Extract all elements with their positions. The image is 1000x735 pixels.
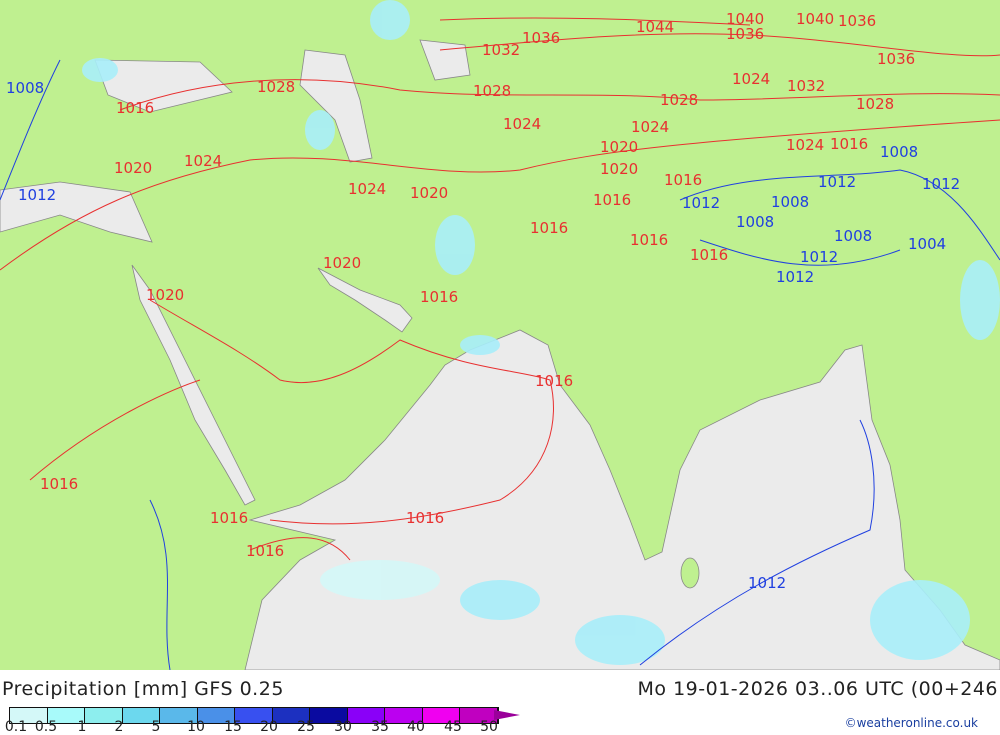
isobar-label: 1024 bbox=[348, 180, 387, 198]
isobar-label: 1028 bbox=[660, 91, 699, 109]
isobar-label: 1016 bbox=[406, 509, 445, 527]
isobar-label: 1012 bbox=[682, 194, 721, 212]
isobar-label: 1020 bbox=[600, 160, 639, 178]
isobar-label: 1016 bbox=[830, 135, 869, 153]
isobar-label: 1016 bbox=[40, 475, 79, 493]
isobar-label: 1004 bbox=[908, 235, 947, 253]
isobar-label: 1012 bbox=[922, 175, 961, 193]
isobar-label: 1016 bbox=[530, 219, 569, 237]
isobar-label: 1016 bbox=[535, 372, 574, 390]
sri-lanka bbox=[680, 557, 700, 589]
isobar-label: 1020 bbox=[114, 159, 153, 177]
isobar-label: 1036 bbox=[522, 29, 561, 47]
isobar-label: 1016 bbox=[116, 99, 155, 117]
isobar-label: 1020 bbox=[410, 184, 449, 202]
isobar-label: 1012 bbox=[748, 574, 787, 592]
footer: Precipitation [mm] GFS 0.25 Mo 19-01-202… bbox=[0, 670, 1000, 735]
isobar-label: 1032 bbox=[482, 41, 521, 59]
isobar-label: 1016 bbox=[593, 191, 632, 209]
valid-time: Mo 19-01-2026 03..06 UTC (00+246 bbox=[637, 678, 998, 700]
isobar-label: 1016 bbox=[630, 231, 669, 249]
isobar-label: 1020 bbox=[600, 138, 639, 156]
isobar-label: 1012 bbox=[818, 173, 857, 191]
isobar-label: 1024 bbox=[631, 118, 670, 136]
isobar-label: 1036 bbox=[726, 25, 765, 43]
isobar-label: 1028 bbox=[473, 82, 512, 100]
isobar-label: 1036 bbox=[877, 50, 916, 68]
isobar-label: 1016 bbox=[210, 509, 249, 527]
isobar-label: 1020 bbox=[323, 254, 362, 272]
credit-link[interactable]: ©weatheronline.co.uk bbox=[845, 716, 978, 730]
isobar-label: 1024 bbox=[786, 136, 825, 154]
isobar-label: 1024 bbox=[184, 152, 223, 170]
isobar-label: 1016 bbox=[246, 542, 285, 560]
precipitation-map: 1044 1040 1036 1036 1032 1036 1040 1036 1032 1028… bbox=[0, 0, 1000, 671]
isobar-label: 1040 bbox=[796, 10, 835, 28]
isobar-label: 1024 bbox=[503, 115, 542, 133]
isobar-label: 1008 bbox=[834, 227, 873, 245]
isobar-label: 1016 bbox=[664, 171, 703, 189]
isobar-label: 1008 bbox=[880, 143, 919, 161]
isobar-label: 1028 bbox=[856, 95, 895, 113]
map-title: Precipitation [mm] GFS 0.25 bbox=[2, 678, 284, 700]
isobar-label: 1012 bbox=[800, 248, 839, 266]
isobar-label: 1008 bbox=[771, 193, 810, 211]
isobar-label: 1016 bbox=[690, 246, 729, 264]
isobar-label: 1012 bbox=[776, 268, 815, 286]
isobar-label: 1036 bbox=[838, 12, 877, 30]
isobar-label: 1012 bbox=[18, 186, 57, 204]
isobar-label: 1028 bbox=[257, 78, 296, 96]
isobar-label: 1020 bbox=[146, 286, 185, 304]
isobar-label: 1032 bbox=[787, 77, 826, 95]
isobar-label: 1044 bbox=[636, 18, 675, 36]
isobar-label: 1024 bbox=[732, 70, 771, 88]
isobar-label: 1008 bbox=[736, 213, 775, 231]
isobar-label: 1016 bbox=[420, 288, 459, 306]
isobar-label: 1008 bbox=[6, 79, 45, 97]
